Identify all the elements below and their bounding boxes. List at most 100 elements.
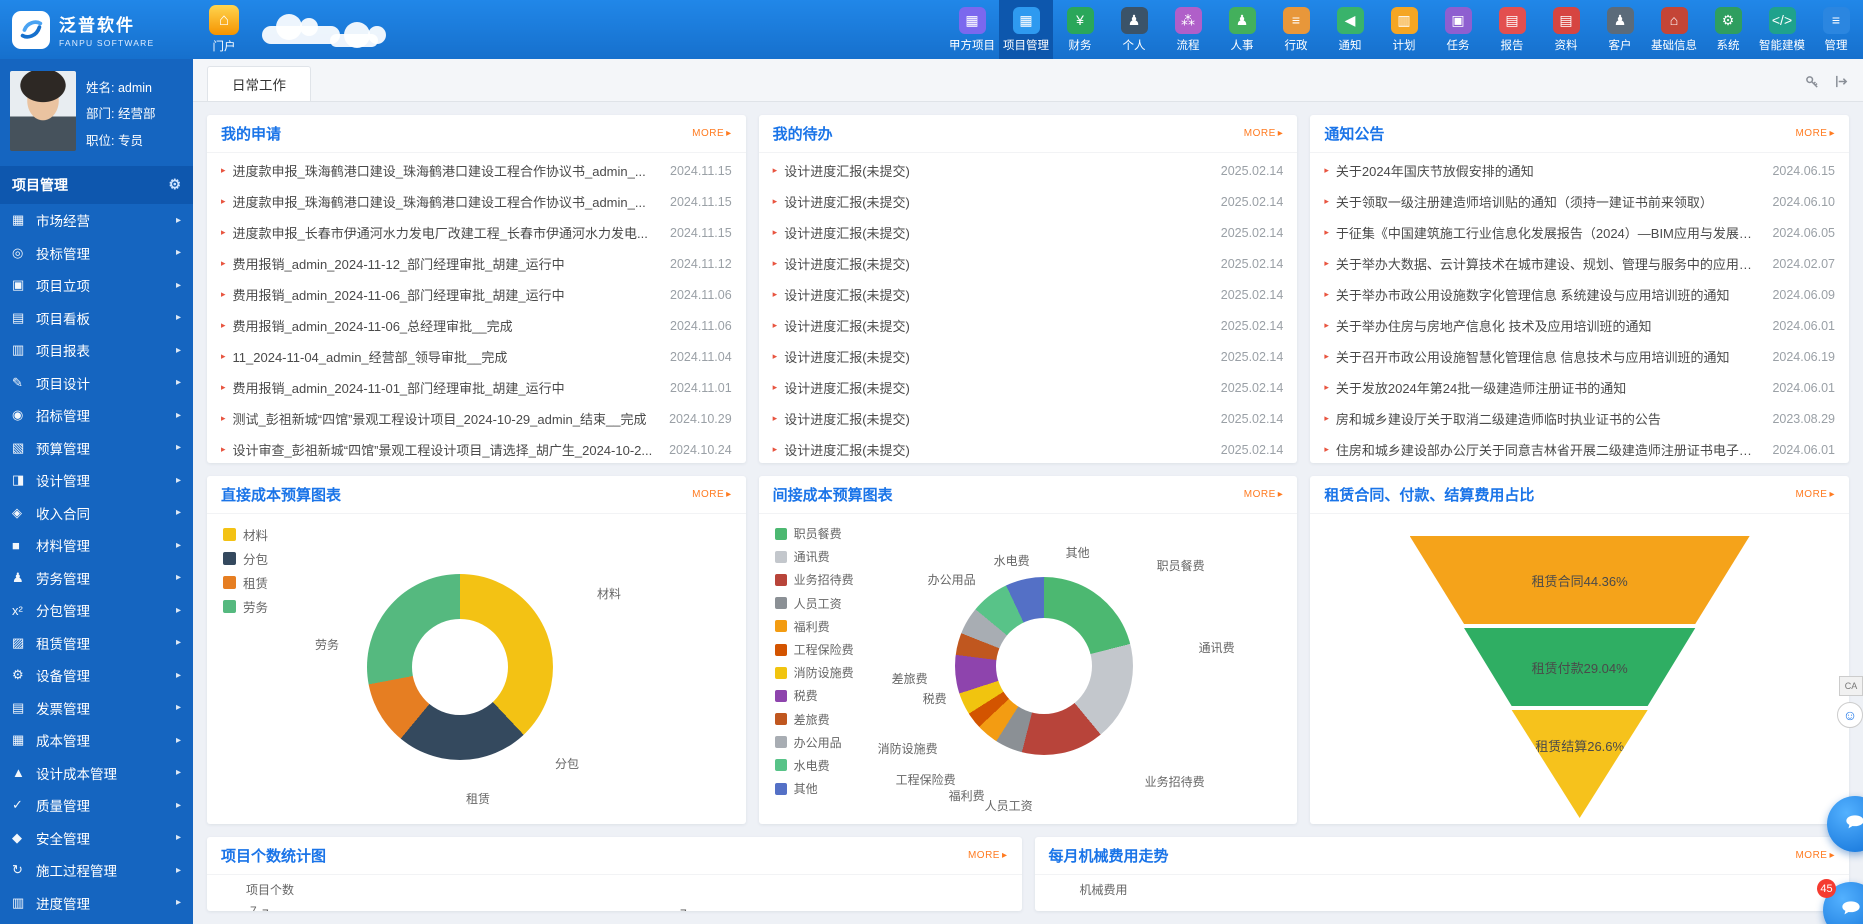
legend-item[interactable]: 材料	[223, 522, 268, 546]
top-nav-item-project-mgmt[interactable]: ▦项目管理	[999, 0, 1053, 59]
legend-item[interactable]: 办公用品	[775, 731, 854, 754]
list-item[interactable]: ▸设计进度汇报(未提交)2025.02.14	[773, 248, 1284, 279]
more-link[interactable]: MORE▸	[692, 128, 732, 139]
sidebar-item-bidding[interactable]: ◎投标管理▸	[0, 236, 193, 269]
list-item[interactable]: ▸费用报销_admin_2024-11-01_部门经理审批_胡建_运行中2024…	[221, 372, 732, 403]
sidebar-item-progress[interactable]: ▥进度管理▸	[0, 886, 193, 919]
list-item[interactable]: ▸设计进度汇报(未提交)2025.02.14	[773, 186, 1284, 217]
list-item[interactable]: ▸关于举办大数据、云计算技术在城市建设、规划、管理与服务中的应用培训班...20…	[1324, 248, 1835, 279]
sidebar-item-invoice[interactable]: ▤发票管理▸	[0, 691, 193, 724]
list-item[interactable]: ▸测试_彭祖新城“四馆”景观工程设计项目_2024-10-29_admin_结束…	[221, 403, 732, 434]
more-link[interactable]: MORE▸	[692, 489, 732, 500]
top-nav-item-system[interactable]: ⚙系统	[1701, 0, 1755, 59]
sidebar-item-lease[interactable]: ▨租赁管理▸	[0, 626, 193, 659]
list-item[interactable]: ▸进度款申报_长春市伊通河水力发电厂改建工程_长春市伊通河水力发电...2024…	[221, 217, 732, 248]
sidebar-item-design-mgmt[interactable]: ◨设计管理▸	[0, 464, 193, 497]
portal-nav-item[interactable]: ⌂ 门户	[193, 0, 255, 59]
list-item[interactable]: ▸设计进度汇报(未提交)2025.02.14	[773, 155, 1284, 186]
more-link[interactable]: MORE▸	[1244, 489, 1284, 500]
legend-item[interactable]: 租赁	[223, 570, 268, 594]
more-link[interactable]: MORE▸	[1795, 489, 1835, 500]
top-nav-item-modeling[interactable]: </>智能建模	[1755, 0, 1809, 59]
top-nav-item-administration[interactable]: ≡行政	[1269, 0, 1323, 59]
more-link[interactable]: MORE▸	[968, 850, 1008, 861]
chat-button-2[interactable]: 45	[1823, 882, 1863, 924]
legend-item[interactable]: 职员餐费	[775, 522, 854, 545]
top-nav-item-finance[interactable]: ¥财务	[1053, 0, 1107, 59]
list-item[interactable]: ▸进度款申报_珠海鹤港口建设_珠海鹤港口建设工程合作协议书_admin_...2…	[221, 186, 732, 217]
sidebar-item-certificate[interactable]: ▮证件管理▸	[0, 919, 193, 924]
user-avatar[interactable]	[10, 71, 76, 151]
sidebar-item-safety[interactable]: ◆安全管理▸	[0, 821, 193, 854]
list-item[interactable]: ▸设计进度汇报(未提交)2025.02.14	[773, 434, 1284, 463]
list-item[interactable]: ▸关于召开市政公用设施智慧化管理信息 信息技术与应用培训班的通知2024.06.…	[1324, 341, 1835, 372]
legend-item[interactable]: 消防设施费	[775, 661, 854, 684]
list-item[interactable]: ▸关于2024年国庆节放假安排的通知2024.06.15	[1324, 155, 1835, 186]
sidebar-item-material[interactable]: ■材料管理▸	[0, 529, 193, 562]
list-item[interactable]: ▸11_2024-11-04_admin_经营部_领导审批__完成2024.11…	[221, 341, 732, 372]
legend-item[interactable]: 业务招待费	[775, 568, 854, 591]
legend-item[interactable]: 差旅费	[775, 708, 854, 731]
legend-item[interactable]: 水电费	[775, 754, 854, 777]
list-item[interactable]: ▸设计进度汇报(未提交)2025.02.14	[773, 403, 1284, 434]
list-item[interactable]: ▸房和城乡建设厅关于取消二级建造师临时执业证书的公告2023.08.29	[1324, 403, 1835, 434]
top-nav-item-base-info[interactable]: ⌂基础信息	[1647, 0, 1701, 59]
expand-panel-icon[interactable]	[1834, 74, 1849, 89]
sidebar-item-income-contract[interactable]: ◈收入合同▸	[0, 496, 193, 529]
list-item[interactable]: ▸住房和城乡建设部办公厅关于同意吉林省开展二级建造师注册证书电子化试点...20…	[1324, 434, 1835, 463]
list-item[interactable]: ▸关于举办市政公用设施数字化管理信息 系统建设与应用培训班的通知2024.06.…	[1324, 279, 1835, 310]
legend-item[interactable]: 劳务	[223, 594, 268, 618]
list-item[interactable]: ▸于征集《中国建筑施工行业信息化发展报告（2024）—BIM应用与发展》材料..…	[1324, 217, 1835, 248]
top-nav-item-personal[interactable]: ♟个人	[1107, 0, 1161, 59]
top-nav-item-process[interactable]: ⁂流程	[1161, 0, 1215, 59]
top-nav-item-hr[interactable]: ♟人事	[1215, 0, 1269, 59]
legend-item[interactable]: 人员工资	[775, 592, 854, 615]
sidebar-item-kanban[interactable]: ▤项目看板▸	[0, 301, 193, 334]
tab-daily-work[interactable]: 日常工作	[207, 66, 311, 101]
brand[interactable]: 泛普软件 FANPU SOFTWARE	[0, 0, 193, 59]
legend-item[interactable]: 工程保险费	[775, 638, 854, 661]
more-link[interactable]: MORE▸	[1244, 128, 1284, 139]
sidebar-item-construction[interactable]: ↻施工过程管理▸	[0, 854, 193, 887]
sidebar-item-project-report[interactable]: ▥项目报表▸	[0, 334, 193, 367]
legend-item[interactable]: 其他	[775, 777, 854, 800]
top-nav-item-plan[interactable]: ▥计划	[1377, 0, 1431, 59]
key-icon[interactable]	[1805, 74, 1820, 89]
list-item[interactable]: ▸设计进度汇报(未提交)2025.02.14	[773, 279, 1284, 310]
legend-item[interactable]: 福利费	[775, 615, 854, 638]
top-nav-item-notice[interactable]: ◀通知	[1323, 0, 1377, 59]
gear-icon[interactable]: ⚙	[168, 176, 181, 193]
side-tool-ca[interactable]: CA	[1839, 676, 1863, 696]
top-nav-item-task[interactable]: ▣任务	[1431, 0, 1485, 59]
sidebar-item-subcontract[interactable]: x²分包管理▸	[0, 594, 193, 627]
more-link[interactable]: MORE▸	[1795, 128, 1835, 139]
list-item[interactable]: ▸设计进度汇报(未提交)2025.02.14	[773, 341, 1284, 372]
sidebar-item-labor[interactable]: ♟劳务管理▸	[0, 561, 193, 594]
list-item[interactable]: ▸进度款申报_珠海鹤港口建设_珠海鹤港口建设工程合作协议书_admin_...2…	[221, 155, 732, 186]
top-nav-item-report[interactable]: ▤报告	[1485, 0, 1539, 59]
sidebar-item-cost[interactable]: ▦成本管理▸	[0, 724, 193, 757]
sidebar-item-project-design[interactable]: ✎项目设计▸	[0, 366, 193, 399]
sidebar-item-tender[interactable]: ◉招标管理▸	[0, 399, 193, 432]
list-item[interactable]: ▸关于发放2024年第24批一级建造师注册证书的通知2024.06.01	[1324, 372, 1835, 403]
sidebar-item-equipment[interactable]: ⚙设备管理▸	[0, 659, 193, 692]
top-nav-item-manage[interactable]: ≡管理	[1809, 0, 1863, 59]
list-item[interactable]: ▸设计进度汇报(未提交)2025.02.14	[773, 372, 1284, 403]
legend-item[interactable]: 分包	[223, 546, 268, 570]
more-link[interactable]: MORE▸	[1795, 850, 1835, 861]
list-item[interactable]: ▸设计审查_彭祖新城“四馆”景观工程设计项目_请选择_胡广生_2024-10-2…	[221, 434, 732, 463]
list-item[interactable]: ▸费用报销_admin_2024-11-06_总经理审批__完成2024.11.…	[221, 310, 732, 341]
sidebar-item-quality[interactable]: ✓质量管理▸	[0, 789, 193, 822]
top-nav-item-owner-project[interactable]: ▦甲方项目	[945, 0, 999, 59]
list-item[interactable]: ▸关于领取一级注册建造师培训贴的通知（须持一建证书前来领取）2024.06.10	[1324, 186, 1835, 217]
legend-item[interactable]: 税费	[775, 684, 854, 707]
sidebar-item-initiation[interactable]: ▣项目立项▸	[0, 269, 193, 302]
top-nav-item-documents[interactable]: ▤资料	[1539, 0, 1593, 59]
list-item[interactable]: ▸设计进度汇报(未提交)2025.02.14	[773, 217, 1284, 248]
list-item[interactable]: ▸费用报销_admin_2024-11-12_部门经理审批_胡建_运行中2024…	[221, 248, 732, 279]
list-item[interactable]: ▸关于举办住房与房地产信息化 技术及应用培训班的通知2024.06.01	[1324, 310, 1835, 341]
legend-item[interactable]: 通讯费	[775, 545, 854, 568]
sidebar-item-design-cost[interactable]: ▲设计成本管理▸	[0, 756, 193, 789]
list-item[interactable]: ▸设计进度汇报(未提交)2025.02.14	[773, 310, 1284, 341]
list-item[interactable]: ▸费用报销_admin_2024-11-06_部门经理审批_胡建_运行中2024…	[221, 279, 732, 310]
